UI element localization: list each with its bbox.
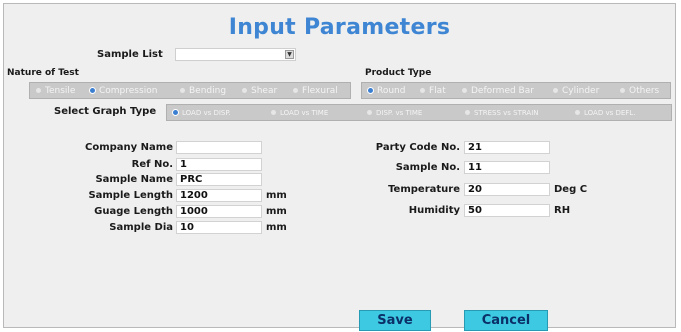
sample-dia-field[interactable]: 10 — [176, 221, 262, 234]
radio-load-vs-disp[interactable]: LOAD vs DISP. — [173, 107, 231, 118]
radio-selected-icon — [90, 88, 95, 93]
temperature-label: Temperature — [388, 184, 460, 195]
radio-label: Round — [377, 85, 406, 96]
product-type-radio-group: Round Flat Deformed Bar Cylinder Others — [361, 82, 671, 99]
radio-indicator-icon — [465, 110, 470, 115]
radio-label: Others — [629, 85, 660, 96]
radio-round[interactable]: Round — [368, 85, 405, 96]
radio-label: STRESS vs STRAIN — [474, 108, 539, 117]
save-button[interactable]: Save — [359, 310, 431, 331]
radio-label: LOAD vs DEFL. — [584, 108, 636, 117]
ref-no-field[interactable]: 1 — [176, 158, 262, 171]
radio-label: DISP. vs TIME — [376, 108, 423, 117]
input-parameters-window: Input Parameters Sample List ▼ Nature of… — [3, 3, 676, 331]
nature-of-test-radio-group: Tensile Compression Bending Shear Flexur… — [29, 82, 351, 99]
sample-no-field[interactable]: 11 — [464, 161, 550, 174]
sample-name-label: Sample Name — [95, 174, 173, 185]
sample-name-field[interactable]: PRC — [176, 173, 262, 186]
sample-no-label: Sample No. — [395, 162, 460, 173]
radio-flat[interactable]: Flat — [420, 85, 446, 96]
graph-type-radio-group: LOAD vs DISP. LOAD vs TIME DISP. vs TIME… — [166, 104, 672, 121]
radio-cylinder[interactable]: Cylinder — [553, 85, 599, 96]
sample-dia-label: Sample Dia — [109, 222, 173, 233]
radio-indicator-icon — [620, 88, 625, 93]
radio-shear[interactable]: Shear — [242, 85, 277, 96]
product-type-header: Product Type — [365, 68, 432, 78]
radio-indicator-icon — [293, 88, 298, 93]
radio-selected-icon — [368, 88, 373, 93]
humidity-label: Humidity — [408, 205, 460, 216]
radio-bending[interactable]: Bending — [180, 85, 226, 96]
sample-length-unit: mm — [266, 190, 287, 201]
sample-list-dropdown[interactable]: ▼ — [175, 48, 296, 61]
radio-label: Compression — [99, 85, 158, 96]
radio-compression[interactable]: Compression — [90, 85, 157, 96]
company-name-label: Company Name — [85, 142, 173, 153]
radio-label: LOAD vs TIME — [280, 108, 329, 117]
humidity-unit: RH — [554, 205, 571, 216]
radio-label: Shear — [251, 85, 278, 96]
radio-others[interactable]: Others — [620, 85, 659, 96]
temperature-unit: Deg C — [554, 184, 588, 195]
radio-load-vs-time[interactable]: LOAD vs TIME — [271, 107, 328, 118]
radio-load-vs-defl[interactable]: LOAD vs DEFL. — [575, 107, 635, 118]
radio-stress-vs-strain[interactable]: STRESS vs STRAIN — [465, 107, 539, 118]
radio-label: Cylinder — [562, 85, 600, 96]
guage-length-label: Guage Length — [94, 206, 173, 217]
party-code-label: Party Code No. — [375, 142, 460, 153]
sample-dia-unit: mm — [266, 222, 287, 233]
graph-type-label: Select Graph Type — [54, 106, 157, 117]
radio-flexural[interactable]: Flexural — [293, 85, 338, 96]
radio-label: Tensile — [45, 85, 76, 96]
radio-deformed-bar[interactable]: Deformed Bar — [462, 85, 534, 96]
humidity-field[interactable]: 50 — [464, 204, 550, 217]
radio-label: Flat — [429, 85, 446, 96]
radio-indicator-icon — [462, 88, 467, 93]
radio-indicator-icon — [242, 88, 247, 93]
radio-indicator-icon — [575, 110, 580, 115]
sample-list-label: Sample List — [97, 49, 163, 60]
radio-disp-vs-time[interactable]: DISP. vs TIME — [367, 107, 422, 118]
page-title: Input Parameters — [228, 15, 451, 40]
cancel-button[interactable]: Cancel — [464, 310, 548, 331]
temperature-field[interactable]: 20 — [464, 183, 550, 196]
nature-of-test-header: Nature of Test — [7, 68, 79, 78]
radio-label: Deformed Bar — [471, 85, 534, 96]
sample-length-field[interactable]: 1200 — [176, 189, 262, 202]
guage-length-unit: mm — [266, 206, 287, 217]
radio-indicator-icon — [271, 110, 276, 115]
radio-indicator-icon — [36, 88, 41, 93]
radio-label: Bending — [189, 85, 227, 96]
radio-selected-icon — [173, 110, 178, 115]
radio-label: LOAD vs DISP. — [182, 108, 231, 117]
guage-length-field[interactable]: 1000 — [176, 205, 262, 218]
party-code-field[interactable]: 21 — [464, 141, 550, 154]
ref-no-label: Ref No. — [131, 159, 173, 170]
dropdown-arrow-icon[interactable]: ▼ — [285, 50, 294, 59]
company-name-field[interactable] — [176, 141, 262, 154]
radio-label: Flexural — [302, 85, 338, 96]
radio-indicator-icon — [553, 88, 558, 93]
sample-length-label: Sample Length — [88, 190, 173, 201]
radio-indicator-icon — [180, 88, 185, 93]
radio-indicator-icon — [367, 110, 372, 115]
radio-indicator-icon — [420, 88, 425, 93]
radio-tensile[interactable]: Tensile — [36, 85, 75, 96]
